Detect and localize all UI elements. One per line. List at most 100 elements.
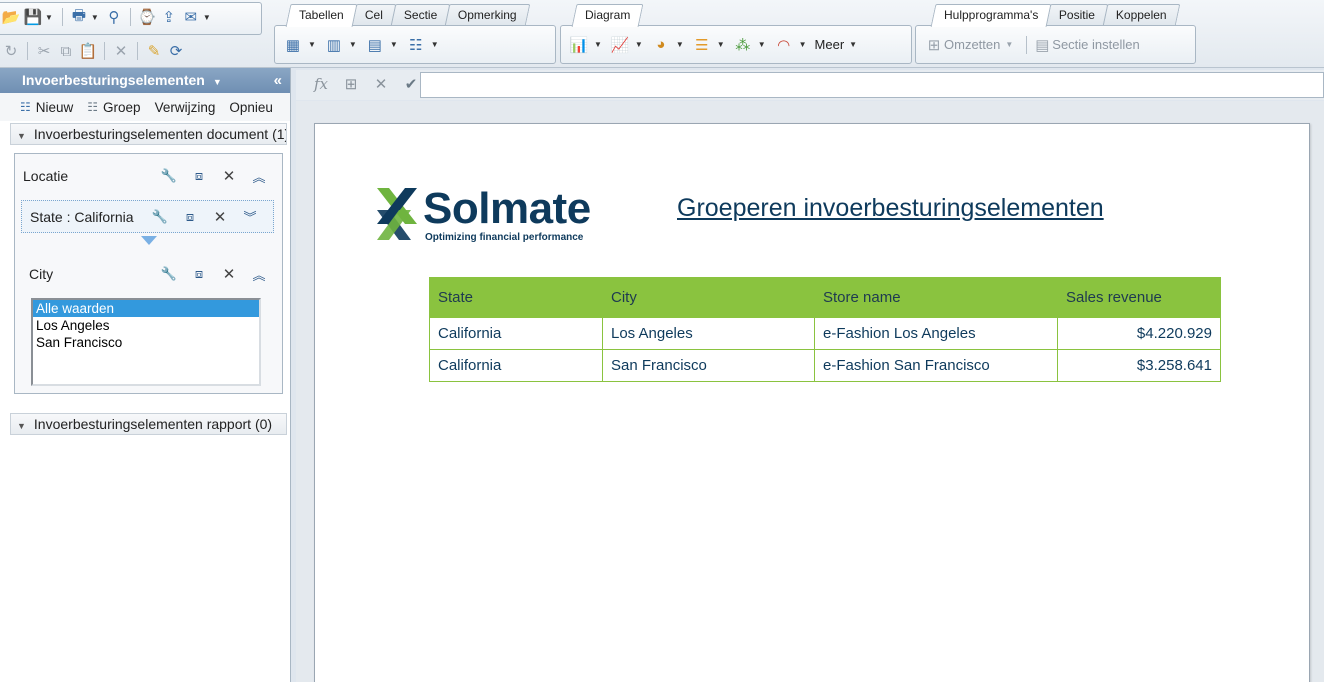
- report-title[interactable]: Groeperen invoerbesturingselementen: [677, 194, 1104, 223]
- logo-name: Solmate: [423, 184, 591, 233]
- table-horizontal-button[interactable]: ▥ ▼: [324, 35, 357, 55]
- tab-koppelen[interactable]: Koppelen: [1103, 4, 1181, 26]
- list-item[interactable]: San Francisco: [33, 334, 259, 351]
- refresh-icon[interactable]: ⟳: [165, 40, 187, 62]
- table-cell[interactable]: Los Angeles: [602, 317, 815, 350]
- collapse-up-icon[interactable]: ︽: [244, 167, 274, 186]
- column-header-sales-revenue[interactable]: Sales revenue: [1057, 277, 1221, 318]
- table-form-button[interactable]: ☷ ▼: [406, 35, 439, 55]
- chevron-down-icon: ▼: [430, 40, 439, 49]
- save-dropdown-icon[interactable]: ▼: [45, 13, 53, 22]
- tab-positie[interactable]: Positie: [1045, 4, 1109, 26]
- pie-chart-button[interactable]: ◕ ▼: [651, 35, 684, 55]
- cut-icon[interactable]: ✂: [33, 40, 55, 62]
- new-control-button[interactable]: ☷ Nieuw: [20, 100, 73, 115]
- print-dropdown-icon[interactable]: ▼: [91, 13, 99, 22]
- print-icon[interactable]: 🖶: [68, 6, 90, 28]
- formula-bar: fx ⊞ ✕ ✔: [296, 70, 1324, 100]
- list-item[interactable]: Los Angeles: [33, 317, 259, 334]
- tab-cel[interactable]: Cel: [351, 4, 397, 26]
- expand-triangle-icon: ▼: [17, 421, 26, 431]
- tab-diagram[interactable]: Diagram: [571, 4, 644, 27]
- chevron-down-icon: ▼: [757, 40, 766, 49]
- report-table[interactable]: State City Store name Sales revenue Cali…: [429, 277, 1221, 382]
- close-icon[interactable]: ✕: [205, 208, 235, 226]
- table-vertical-button[interactable]: ▦ ▼: [283, 35, 316, 55]
- expand-down-icon[interactable]: ︾: [235, 207, 265, 226]
- formula-input[interactable]: [420, 72, 1324, 98]
- solmate-mark-icon: [377, 188, 417, 240]
- edit-wrench-icon[interactable]: 🔧: [145, 209, 175, 225]
- chevron-down-icon[interactable]: ▼: [213, 77, 222, 87]
- find-binoculars-icon[interactable]: ⚲: [103, 6, 125, 28]
- highlight-icon[interactable]: ⧈: [184, 266, 214, 282]
- map-chart-button[interactable]: ⁂ ▼: [733, 35, 766, 55]
- panel-header[interactable]: Invoerbesturingselementen ▼ «: [0, 68, 290, 93]
- city-control-row[interactable]: City 🔧 ⧈ ✕ ︽: [15, 262, 282, 286]
- highlight-icon[interactable]: ⧈: [175, 209, 205, 225]
- collapse-panel-icon[interactable]: «: [274, 68, 282, 93]
- export-icon[interactable]: ⇪: [158, 6, 180, 28]
- variable-icon[interactable]: ⊞: [336, 75, 366, 93]
- group-row-locatie[interactable]: Locatie 🔧 ⧈ ✕ ︽: [15, 164, 282, 188]
- city-control-label: City: [29, 266, 54, 282]
- horizontal-bar-button[interactable]: ☰ ▼: [692, 35, 725, 55]
- paste-icon[interactable]: 📋: [77, 40, 99, 62]
- line-chart-button[interactable]: 📈 ▼: [610, 35, 643, 55]
- list-item[interactable]: Alle waarden: [33, 300, 259, 317]
- history-icon[interactable]: ⌚: [136, 6, 158, 28]
- table-cell[interactable]: $4.220.929: [1057, 317, 1221, 350]
- save-icon[interactable]: 💾: [22, 6, 44, 28]
- table-cell[interactable]: e-Fashion Los Angeles: [814, 317, 1058, 350]
- more-charts-button[interactable]: Meer ▼: [815, 37, 858, 52]
- redo-icon[interactable]: ↻: [0, 40, 22, 62]
- close-icon[interactable]: ✕: [214, 265, 244, 283]
- format-painter-icon[interactable]: ✎: [143, 40, 165, 62]
- chevron-down-icon: ▼: [675, 40, 684, 49]
- collapse-up-icon[interactable]: ︽: [244, 265, 274, 284]
- table-cell[interactable]: California: [429, 349, 603, 382]
- tab-hulpprogrammas[interactable]: Hulpprogramma's: [930, 4, 1052, 27]
- delete-icon[interactable]: ✕: [110, 40, 132, 62]
- tab-opmerking[interactable]: Opmerking: [444, 4, 531, 26]
- tab-sectie[interactable]: Sectie: [390, 4, 451, 26]
- table-cell[interactable]: $3.258.641: [1057, 349, 1221, 382]
- table-crosstab-button[interactable]: ▤ ▼: [365, 35, 398, 55]
- city-listbox[interactable]: Alle waarden Los Angeles San Francisco: [31, 298, 261, 386]
- document-controls-header[interactable]: ▼ Invoerbesturingselementen document (1): [10, 123, 287, 145]
- column-header-store-name[interactable]: Store name: [814, 277, 1058, 318]
- state-control-row[interactable]: State : California 🔧 ⧈ ✕ ︾: [21, 200, 274, 233]
- chevron-down-icon: ▼: [798, 40, 807, 49]
- mail-dropdown-icon[interactable]: ▼: [203, 13, 211, 22]
- report-controls-header[interactable]: ▼ Invoerbesturingselementen rapport (0): [10, 413, 287, 435]
- cancel-formula-icon[interactable]: ✕: [366, 75, 396, 93]
- close-icon[interactable]: ✕: [214, 167, 244, 185]
- table-cell[interactable]: California: [429, 317, 603, 350]
- column-header-city[interactable]: City: [602, 277, 815, 318]
- table-horizontal-icon: ▥: [326, 36, 342, 54]
- new-control-icon: ☷: [20, 100, 31, 114]
- edit-wrench-icon[interactable]: 🔧: [154, 168, 184, 184]
- chevron-down-icon: ▼: [1005, 40, 1014, 49]
- mail-icon[interactable]: ✉: [180, 6, 202, 28]
- tab-tabellen[interactable]: Tabellen: [285, 4, 358, 27]
- table-vertical-icon: ▦: [285, 36, 301, 54]
- column-header-state[interactable]: State: [429, 277, 603, 318]
- gauge-chart-button[interactable]: ◠ ▼: [774, 35, 807, 55]
- group-button[interactable]: ☷ Groep: [87, 100, 140, 115]
- edit-wrench-icon[interactable]: 🔧: [154, 266, 184, 282]
- reset-button[interactable]: Opnieu: [229, 100, 273, 115]
- line-chart-icon: 📈: [610, 36, 630, 54]
- convert-button[interactable]: ⊞ Omzetten ▼: [924, 35, 1014, 55]
- function-icon[interactable]: fx: [306, 75, 336, 93]
- table-cell[interactable]: e-Fashion San Francisco: [814, 349, 1058, 382]
- section-setup-button[interactable]: ▤ Sectie instellen: [1032, 35, 1140, 55]
- bar-chart-button[interactable]: 📊 ▼: [569, 35, 602, 55]
- highlight-icon[interactable]: ⧈: [184, 168, 214, 184]
- reference-button[interactable]: Verwijzing: [155, 100, 216, 115]
- dependency-arrow-icon: [141, 236, 157, 245]
- open-folder-icon[interactable]: 📂: [0, 6, 22, 28]
- ribbon-tabs-tables: Tabellen Cel Sectie Opmerking: [285, 4, 531, 27]
- table-cell[interactable]: San Francisco: [602, 349, 815, 382]
- copy-icon[interactable]: ⧉: [55, 40, 77, 62]
